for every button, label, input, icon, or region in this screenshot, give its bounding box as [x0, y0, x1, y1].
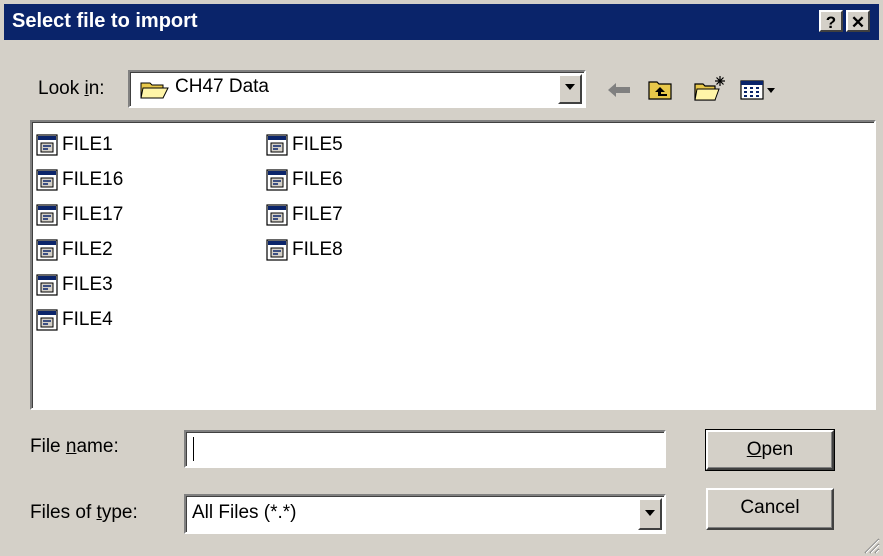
file-name: FILE2 — [62, 239, 113, 260]
file-name-label-accel: n — [65, 436, 77, 457]
file-icon — [266, 169, 288, 191]
look-in-combobox[interactable]: CH47 Data — [128, 70, 586, 108]
file-type-label-text-end: ype: — [101, 502, 138, 523]
resize-grip-icon[interactable] — [862, 536, 880, 554]
file-name: FILE4 — [62, 309, 113, 330]
file-type-label-text: Files of — [30, 502, 97, 523]
chevron-down-icon — [565, 84, 575, 90]
file-icon — [36, 274, 58, 296]
file-list-item[interactable]: FILE6 — [266, 165, 343, 195]
look-in-label-text-end: n: — [88, 78, 105, 99]
title-bar: Select file to import ? ✕ — [4, 4, 879, 40]
file-list-item[interactable]: FILE2 — [36, 235, 113, 265]
folder-icon — [140, 82, 169, 99]
open-button-accel: O — [746, 439, 762, 460]
file-list-item[interactable]: FILE17 — [36, 200, 123, 230]
file-icon — [36, 169, 58, 191]
file-icon — [266, 204, 288, 226]
file-icon — [36, 134, 58, 156]
file-icon — [36, 239, 58, 261]
text-caret — [193, 437, 194, 461]
file-name: FILE1 — [62, 134, 113, 155]
file-name-label-text-end: ame: — [76, 436, 119, 457]
file-list[interactable]: FILE1 FILE16 FILE17 FILE2 FILE3 FILE4 FILE5 FI… — [30, 120, 876, 410]
file-icon — [266, 134, 288, 156]
file-type-label: Files of type: — [30, 502, 138, 524]
file-type-value: All Files (*.*) — [192, 502, 297, 523]
cancel-button[interactable]: Cancel — [706, 488, 834, 530]
file-name-label-text: File — [30, 436, 66, 457]
close-button[interactable]: ✕ — [846, 10, 870, 32]
look-in-label: Look in: — [38, 78, 105, 100]
file-name: FILE8 — [292, 239, 343, 260]
new-folder-icon[interactable] — [693, 74, 727, 102]
file-name-input[interactable] — [184, 430, 666, 468]
file-name: FILE17 — [62, 204, 124, 225]
up-one-level-icon[interactable] — [647, 78, 675, 102]
open-button-label: pen — [761, 439, 794, 460]
view-menu-icon[interactable] — [740, 79, 778, 101]
open-button[interactable]: Open — [705, 429, 835, 471]
file-type-combobox[interactable]: All Files (*.*) — [184, 494, 666, 534]
file-name: FILE16 — [62, 169, 124, 190]
look-in-dropdown-button[interactable] — [558, 74, 582, 104]
file-list-item[interactable]: FILE3 — [36, 270, 113, 300]
file-list-item[interactable]: FILE4 — [36, 305, 113, 335]
file-list-item[interactable]: FILE7 — [266, 200, 343, 230]
file-list-item[interactable]: FILE1 — [36, 130, 113, 160]
file-name: FILE3 — [62, 274, 113, 295]
file-icon — [36, 309, 58, 331]
file-name: FILE5 — [292, 134, 343, 155]
file-icon — [36, 204, 58, 226]
file-icon — [266, 239, 288, 261]
help-button[interactable]: ? — [819, 10, 843, 32]
file-type-dropdown-button[interactable] — [638, 498, 662, 530]
look-in-label-text: Look — [38, 78, 85, 99]
file-list-item[interactable]: FILE5 — [266, 130, 343, 160]
back-arrow-icon[interactable] — [606, 80, 634, 100]
file-list-item[interactable]: FILE16 — [36, 165, 123, 195]
file-name-label: File name: — [30, 436, 119, 458]
look-in-value: CH47 Data — [175, 76, 269, 97]
chevron-down-icon — [645, 510, 655, 516]
file-name: FILE7 — [292, 204, 343, 225]
file-name: FILE6 — [292, 169, 343, 190]
file-list-item[interactable]: FILE8 — [266, 235, 343, 265]
window-title: Select file to import — [12, 10, 198, 32]
